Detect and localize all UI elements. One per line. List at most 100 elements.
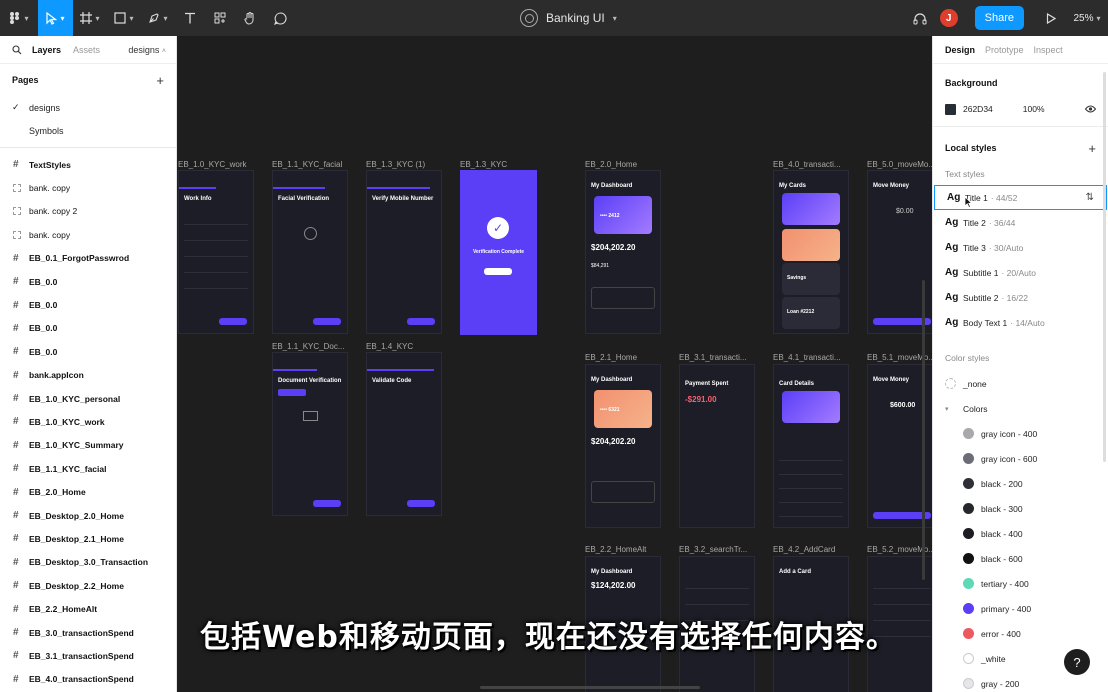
frame-label[interactable]: EB_2.0_Home	[585, 160, 637, 169]
layer-item[interactable]: # EB_3.0_transactionSpend	[0, 621, 176, 644]
frame-kyc-complete[interactable]: ✓ Verification Complete	[460, 170, 537, 335]
frame-kyc-work[interactable]: Work Info	[178, 170, 254, 334]
frame-kyc-facial[interactable]: Facial Verification	[272, 170, 348, 334]
frame-label[interactable]: EB_1.4_KYC	[366, 342, 413, 351]
adjust-style-icon[interactable]: ⇅	[1086, 192, 1094, 203]
text-tool-button[interactable]	[175, 0, 205, 36]
text-style-item[interactable]: Ag Body Text 1 · 14/Auto	[933, 310, 1108, 335]
color-style-item[interactable]: black - 400	[933, 521, 1108, 546]
color-swatch[interactable]	[945, 103, 956, 115]
color-style-item[interactable]: gray - 200	[933, 671, 1108, 692]
layer-item[interactable]: # EB_1.0_KYC_personal	[0, 387, 176, 410]
layer-item[interactable]: bank. copy	[0, 176, 176, 199]
move-tool-button[interactable]: ▾	[38, 0, 73, 36]
layer-item[interactable]: # EB_1.0_KYC_work	[0, 410, 176, 433]
text-style-item[interactable]: Ag Title 1 · 44/52 ⇅	[934, 185, 1107, 210]
layer-item[interactable]: # bank.appIcon	[0, 364, 176, 387]
frame-kyc-validate[interactable]: Validate Code	[366, 352, 442, 516]
shape-tool-button[interactable]: ▾	[107, 0, 141, 36]
canvas[interactable]: EB_1.0_KYC_work EB_1.1_KYC_facial EB_1.3…	[177, 36, 932, 692]
frame-transaction-detail[interactable]: Payment Spent -$291.00	[679, 364, 755, 528]
add-page-icon[interactable]: +	[156, 73, 164, 88]
frame-kyc-verify[interactable]: Verify Mobile Number	[366, 170, 442, 334]
page-item-symbols[interactable]: Symbols	[0, 119, 176, 142]
canvas-horizontal-scrollbar[interactable]	[480, 686, 700, 689]
frame-tool-button[interactable]: ▾	[73, 0, 107, 36]
color-style-item[interactable]: gray icon - 400	[933, 421, 1108, 446]
color-style-item[interactable]: black - 300	[933, 496, 1108, 521]
tab-prototype[interactable]: Prototype	[985, 45, 1024, 55]
frame-label[interactable]: EB_4.2_AddCard	[773, 545, 835, 554]
frame-kyc-document[interactable]: Document Verification	[272, 352, 348, 516]
layer-item[interactable]: # EB_3.1_transactionSpend	[0, 644, 176, 667]
page-selector[interactable]: designs ˄	[128, 45, 166, 55]
layer-item[interactable]: # TextStyles	[0, 153, 176, 176]
bg-color-hex[interactable]: 262D34	[963, 104, 993, 114]
eye-icon[interactable]	[1085, 105, 1096, 113]
canvas-vertical-scrollbar[interactable]	[922, 280, 925, 580]
right-panel-scrollbar[interactable]	[1103, 72, 1106, 462]
frame-label[interactable]: EB_2.2_HomeAlt	[585, 545, 646, 554]
share-button[interactable]: Share	[974, 6, 1024, 30]
tab-assets[interactable]: Assets	[73, 45, 100, 55]
tab-design[interactable]: Design	[945, 45, 975, 55]
layer-item[interactable]: # EB_2.2_HomeAlt	[0, 597, 176, 620]
layer-item[interactable]: # EB_Desktop_2.0_Home	[0, 504, 176, 527]
page-item-designs[interactable]: ✓ designs	[0, 96, 176, 119]
layer-item[interactable]: bank. copy 2	[0, 200, 176, 223]
text-style-item[interactable]: Ag Title 2 · 36/44	[933, 210, 1108, 235]
layer-item[interactable]: # EB_0.0	[0, 293, 176, 316]
color-style-item[interactable]: primary - 400	[933, 596, 1108, 621]
frame-label[interactable]: EB_4.0_transacti...	[773, 160, 841, 169]
color-style-none[interactable]: _none	[933, 371, 1108, 396]
text-style-item[interactable]: Ag Subtitle 2 · 16/22	[933, 285, 1108, 310]
text-style-item[interactable]: Ag Title 3 · 30/Auto	[933, 235, 1108, 260]
color-style-item[interactable]: black - 600	[933, 546, 1108, 571]
search-icon[interactable]	[10, 44, 24, 55]
frame-label[interactable]: EB_1.0_KYC_work	[178, 160, 246, 169]
zoom-menu[interactable]: 25% ▾	[1066, 0, 1108, 36]
layer-item[interactable]: # EB_0.0	[0, 317, 176, 340]
frame-label[interactable]: EB_3.1_transacti...	[679, 353, 747, 362]
layer-item[interactable]: # EB_Desktop_2.1_Home	[0, 527, 176, 550]
frame-transactions[interactable]: My Cards Savings Loan #2212	[773, 170, 849, 334]
frame-label[interactable]: EB_4.1_transacti...	[773, 353, 841, 362]
main-menu-button[interactable]: ▾	[0, 0, 38, 36]
layer-item[interactable]: bank. copy	[0, 223, 176, 246]
color-style-item[interactable]: gray icon - 600	[933, 446, 1108, 471]
tab-layers[interactable]: Layers	[32, 45, 61, 55]
frame-label[interactable]: EB_3.2_searchTr...	[679, 545, 747, 554]
layer-item[interactable]: # EB_2.0_Home	[0, 480, 176, 503]
frame-label[interactable]: EB_1.1_KYC_Doc...	[272, 342, 344, 351]
layer-item[interactable]: # EB_Desktop_3.0_Transaction	[0, 551, 176, 574]
frame-label[interactable]: EB_1.3_KYC	[460, 160, 507, 169]
color-style-item[interactable]: tertiary - 400	[933, 571, 1108, 596]
layer-item[interactable]: # EB_0.1_ForgotPasswrod	[0, 247, 176, 270]
layer-item[interactable]: # EB_1.1_KYC_facial	[0, 457, 176, 480]
color-group-colors[interactable]: ▾ Colors	[933, 396, 1108, 421]
layer-item[interactable]: # EB_4.0_transactionSpend	[0, 668, 176, 691]
resources-tool-button[interactable]	[205, 0, 235, 36]
tab-inspect[interactable]: Inspect	[1034, 45, 1063, 55]
document-title[interactable]: Banking UI ▾	[520, 0, 617, 36]
add-style-icon[interactable]: +	[1088, 141, 1096, 156]
text-style-item[interactable]: Ag Subtitle 1 · 20/Auto	[933, 260, 1108, 285]
layer-item[interactable]: # EB_1.0_KYC_Summary	[0, 434, 176, 457]
frame-home[interactable]: My Dashboard •••• 2412 $204,202.20 $84,2…	[585, 170, 661, 334]
frame-label[interactable]: EB_1.1_KYC_facial	[272, 160, 342, 169]
audio-button[interactable]	[905, 0, 935, 36]
frame-home-2-1[interactable]: My Dashboard •••• 6321 $204,202.20	[585, 364, 661, 528]
comment-tool-button[interactable]	[265, 0, 295, 36]
present-button[interactable]	[1036, 0, 1066, 36]
frame-label[interactable]: EB_5.0_moveMo...	[867, 160, 932, 169]
pen-tool-button[interactable]: ▾	[141, 0, 175, 36]
layer-item[interactable]: # EB_0.0	[0, 340, 176, 363]
frame-label[interactable]: EB_1.3_KYC (1)	[366, 160, 425, 169]
bg-opacity[interactable]: 100%	[1023, 104, 1045, 114]
layer-item[interactable]: # EB_0.0	[0, 270, 176, 293]
color-style-item[interactable]: error - 400	[933, 621, 1108, 646]
layer-item[interactable]: # EB_Desktop_2.2_Home	[0, 574, 176, 597]
color-style-item[interactable]: black - 200	[933, 471, 1108, 496]
frame-label[interactable]: EB_2.1_Home	[585, 353, 637, 362]
background-fill-row[interactable]: 262D34 100%	[933, 98, 1108, 120]
